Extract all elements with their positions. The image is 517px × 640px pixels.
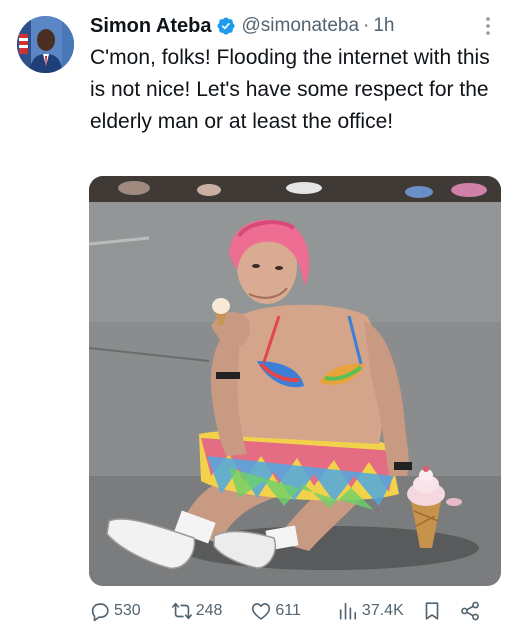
tweet-timestamp[interactable]: 1h [373, 15, 394, 37]
like-button[interactable]: 611 [250, 600, 301, 622]
more-dots-icon[interactable] [477, 14, 499, 38]
tweet-text: C'mon, folks! Flooding the internet with… [90, 46, 490, 133]
repost-icon [171, 602, 192, 620]
views-chart-icon [339, 602, 356, 620]
tweet: Simon Ateba @simonateba · 1h C'mon, folk… [0, 0, 517, 640]
reply-button[interactable]: 530 [89, 600, 141, 622]
ai-generated-photo [89, 176, 501, 586]
share-icon [460, 601, 479, 621]
verified-badge-icon [216, 17, 235, 35]
separator-dot: · [363, 15, 370, 36]
bookmark-icon [425, 602, 439, 620]
author-avatar[interactable] [17, 16, 74, 73]
bookmark-button[interactable] [421, 600, 443, 622]
tweet-photo[interactable] [89, 176, 501, 586]
reply-icon [91, 603, 109, 622]
share-button[interactable] [459, 600, 481, 622]
repost-button[interactable]: 248 [171, 600, 223, 622]
author-handle[interactable]: @simonateba [242, 15, 360, 37]
avatar-photo [17, 16, 74, 73]
view-count: 37.4K [361, 602, 404, 619]
repost-count: 248 [195, 602, 223, 619]
views-button[interactable]: 37.4K [337, 600, 404, 622]
tweet-header: Simon Ateba @simonateba · 1h [90, 12, 503, 40]
reply-count: 530 [114, 602, 141, 619]
author-display-name[interactable]: Simon Ateba [90, 15, 212, 38]
heart-icon [252, 603, 271, 620]
like-count: 611 [275, 602, 301, 619]
tweet-actions: 530 248 611 37.4K [89, 597, 501, 625]
